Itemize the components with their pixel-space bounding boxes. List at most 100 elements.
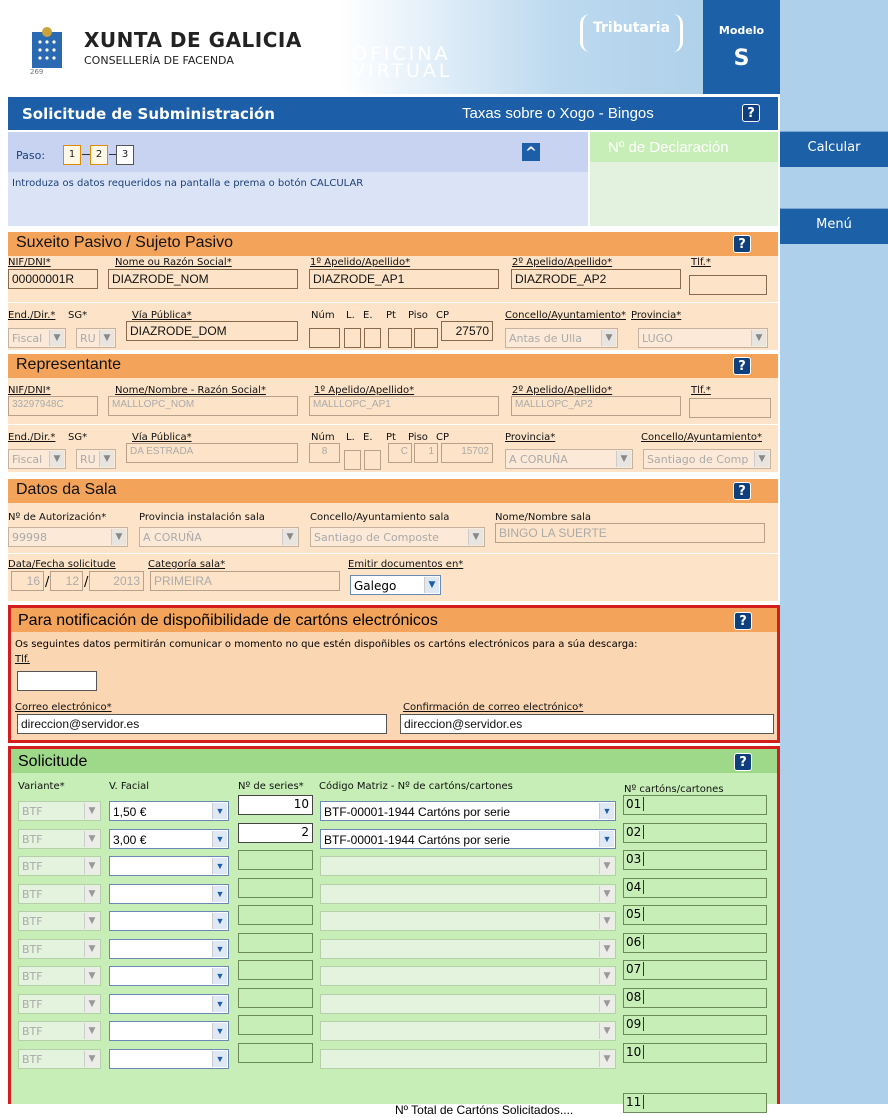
via-field[interactable]: DIAZRODE_DOM bbox=[126, 321, 298, 341]
l-field[interactable] bbox=[344, 450, 361, 470]
series-field[interactable] bbox=[238, 960, 313, 980]
cartons-number-field[interactable]: 05 bbox=[623, 905, 767, 925]
series-field[interactable] bbox=[238, 877, 313, 898]
pt-field[interactable]: C bbox=[388, 443, 412, 463]
help-icon[interactable]: ? bbox=[742, 104, 760, 122]
codigo-select[interactable]: ▼ bbox=[320, 993, 616, 1014]
facial-select[interactable]: ▼ bbox=[109, 883, 229, 904]
sg-select[interactable]: RU ▼ bbox=[76, 449, 116, 469]
provincia-select[interactable]: A CORUÑA ▼ bbox=[505, 449, 633, 469]
e-field[interactable] bbox=[364, 450, 381, 470]
series-field[interactable]: 10 bbox=[238, 795, 313, 815]
concello-select[interactable]: Santiago de Composte ▼ bbox=[310, 527, 485, 547]
codigo-select[interactable]: ▼ bbox=[320, 1021, 616, 1041]
num-field[interactable] bbox=[309, 328, 340, 348]
series-field[interactable] bbox=[238, 1015, 313, 1035]
via-field[interactable]: DA ESTRADA bbox=[126, 443, 298, 463]
num-field[interactable]: 8 bbox=[309, 443, 340, 463]
series-field[interactable] bbox=[238, 1042, 313, 1063]
facial-select[interactable]: 3,00 € ▼ bbox=[109, 828, 229, 849]
nif-field[interactable]: 00000001R bbox=[8, 269, 98, 289]
variante-select[interactable]: BTF ▼ bbox=[18, 993, 101, 1014]
sg-select[interactable]: RU ▼ bbox=[76, 328, 116, 348]
menu-button[interactable]: Menú bbox=[780, 208, 888, 244]
codigo-select[interactable]: ▼ bbox=[320, 938, 616, 959]
help-icon[interactable]: ? bbox=[733, 482, 751, 500]
help-icon[interactable]: ? bbox=[733, 235, 751, 253]
facial-select[interactable]: ▼ bbox=[109, 1048, 229, 1069]
ap2-field[interactable]: DIAZRODE_AP2 bbox=[511, 269, 681, 289]
step-2[interactable]: 2 bbox=[90, 145, 108, 165]
facial-select[interactable]: ▼ bbox=[109, 966, 229, 986]
nome-field[interactable]: MALLLOPC_NOM bbox=[108, 396, 298, 416]
cartons-number-field[interactable]: 02 bbox=[623, 822, 767, 843]
facial-select[interactable]: ▼ bbox=[109, 911, 229, 931]
facial-select[interactable]: ▼ bbox=[109, 1021, 229, 1041]
cartons-number-field[interactable]: 06 bbox=[623, 932, 767, 953]
piso-field[interactable]: 1 bbox=[414, 443, 438, 463]
ap1-field[interactable]: DIAZRODE_AP1 bbox=[309, 269, 499, 289]
calcular-button[interactable]: Calcular bbox=[780, 131, 888, 167]
codigo-select[interactable]: BTF-00001-1944 Cartóns por serie ▼ bbox=[320, 801, 616, 821]
facial-select[interactable]: ▼ bbox=[109, 938, 229, 959]
provincia-select[interactable]: LUGO ▼ bbox=[638, 328, 768, 348]
codigo-select[interactable]: ▼ bbox=[320, 966, 616, 986]
variante-select[interactable]: BTF ▼ bbox=[18, 828, 101, 849]
day-field[interactable]: 16 bbox=[11, 571, 44, 591]
variante-select[interactable]: BTF ▼ bbox=[18, 938, 101, 959]
variante-select[interactable]: BTF ▼ bbox=[18, 856, 101, 876]
codigo-select[interactable]: ▼ bbox=[320, 883, 616, 904]
aut-select[interactable]: 99998 ▼ bbox=[8, 527, 128, 547]
tlf-field[interactable] bbox=[689, 398, 771, 418]
email-field[interactable]: direccion@servidor.es bbox=[17, 714, 387, 734]
variante-select[interactable]: BTF ▼ bbox=[18, 883, 101, 904]
variante-select[interactable]: BTF ▼ bbox=[18, 1048, 101, 1069]
step-3[interactable]: 3 bbox=[116, 145, 134, 165]
facial-select[interactable]: 1,50 € ▼ bbox=[109, 801, 229, 821]
variante-select[interactable]: BTF ▼ bbox=[18, 966, 101, 986]
nome-field[interactable]: DIAZRODE_NOM bbox=[108, 269, 298, 289]
cartons-number-field[interactable]: 08 bbox=[623, 987, 767, 1008]
emitir-select[interactable]: Galego ▼ bbox=[350, 575, 441, 595]
cartons-number-field[interactable]: 09 bbox=[623, 1015, 767, 1035]
series-field[interactable] bbox=[238, 932, 313, 953]
cp-field[interactable]: 15702 bbox=[441, 443, 493, 463]
facial-select[interactable]: ▼ bbox=[109, 993, 229, 1014]
nif-field[interactable]: 33297948C bbox=[8, 396, 98, 416]
codigo-select[interactable]: ▼ bbox=[320, 856, 616, 876]
cartons-number-field[interactable]: 07 bbox=[623, 960, 767, 980]
concello-select[interactable]: Antas de Ulla ▼ bbox=[505, 328, 618, 348]
cartons-number-field[interactable]: 10 bbox=[623, 1042, 767, 1063]
help-icon[interactable]: ? bbox=[734, 612, 752, 630]
step-1[interactable]: 1 bbox=[63, 145, 81, 165]
pt-field[interactable] bbox=[388, 328, 412, 348]
series-field[interactable]: 2 bbox=[238, 822, 313, 843]
year-field[interactable]: 2013 bbox=[89, 571, 144, 591]
series-field[interactable] bbox=[238, 850, 313, 870]
variante-select[interactable]: BTF ▼ bbox=[18, 1021, 101, 1041]
piso-field[interactable] bbox=[414, 328, 438, 348]
cartons-number-field[interactable]: 04 bbox=[623, 877, 767, 898]
cartons-number-field[interactable]: 01 bbox=[623, 795, 767, 815]
nome-field[interactable]: BINGO LA SUERTE bbox=[495, 523, 765, 543]
end-select[interactable]: Fiscal ▼ bbox=[8, 449, 66, 469]
help-icon[interactable]: ? bbox=[734, 753, 752, 771]
facial-select[interactable]: ▼ bbox=[109, 856, 229, 876]
codigo-select[interactable]: ▼ bbox=[320, 911, 616, 931]
confirm-email-field[interactable]: direccion@servidor.es bbox=[400, 714, 774, 734]
concello-select[interactable]: Santiago de Comp ▼ bbox=[643, 449, 771, 469]
end-select[interactable]: Fiscal ▼ bbox=[8, 328, 66, 348]
tlf-field[interactable] bbox=[689, 275, 767, 295]
cartons-number-field[interactable]: 03 bbox=[623, 850, 767, 870]
variante-select[interactable]: BTF ▼ bbox=[18, 911, 101, 931]
ap2-field[interactable]: MALLLOPC_AP2 bbox=[511, 396, 681, 416]
cat-field[interactable]: PRIMEIRA bbox=[150, 571, 340, 591]
e-field[interactable] bbox=[364, 328, 381, 348]
month-field[interactable]: 12 bbox=[50, 571, 83, 591]
collapse-caret-icon[interactable]: ^ bbox=[522, 143, 540, 161]
codigo-select[interactable]: BTF-00001-1944 Cartóns por serie ▼ bbox=[320, 828, 616, 849]
l-field[interactable] bbox=[344, 328, 361, 348]
total-field[interactable]: 11 bbox=[623, 1093, 767, 1113]
help-icon[interactable]: ? bbox=[733, 357, 751, 375]
prov-select[interactable]: A CORUÑA ▼ bbox=[139, 527, 299, 547]
